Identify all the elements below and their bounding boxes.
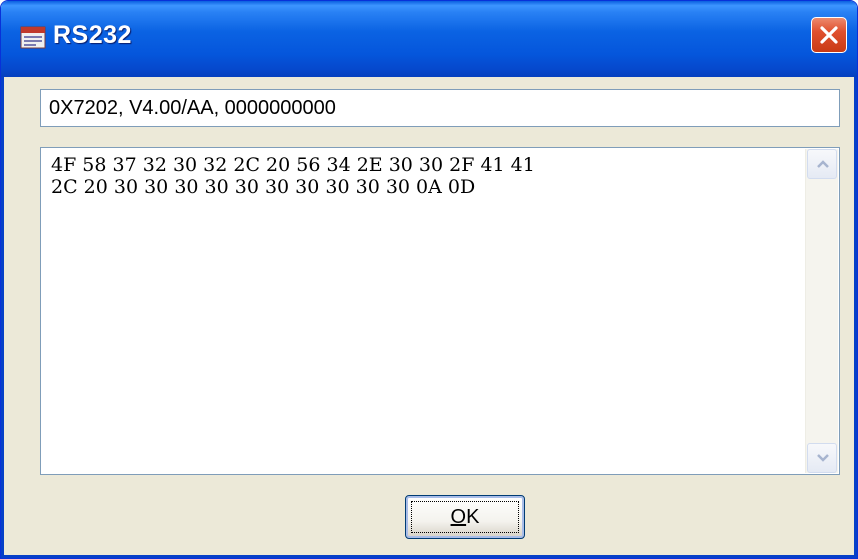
chevron-up-icon (817, 160, 829, 168)
ok-label-rest: K (466, 506, 480, 528)
chevron-down-icon (817, 454, 829, 462)
close-icon (820, 26, 838, 44)
hex-line: 4F 58 37 32 30 32 2C 20 56 34 2E 30 30 2… (51, 154, 535, 176)
ok-button[interactable]: OK (405, 495, 525, 539)
scroll-down-button[interactable] (807, 443, 837, 473)
rs232-dialog-window: RS232 0X7202, V4.00/AA, 0000000000 4F 58… (0, 0, 858, 559)
summary-text-field[interactable]: 0X7202, V4.00/AA, 0000000000 (40, 89, 840, 127)
app-window-icon (20, 26, 46, 49)
ok-button-label: OK (451, 506, 480, 528)
window-title: RS232 (53, 21, 132, 49)
vertical-scrollbar[interactable] (805, 149, 838, 473)
hex-line: 2C 20 30 30 30 30 30 30 30 30 30 30 0A 0… (51, 176, 476, 198)
ok-accelerator-key: O (450, 506, 467, 528)
close-button[interactable] (811, 17, 847, 53)
title-bar[interactable]: RS232 (1, 1, 857, 77)
hex-output-text: 4F 58 37 32 30 32 2C 20 56 34 2E 30 30 2… (51, 154, 801, 198)
scroll-up-button[interactable] (807, 149, 837, 179)
hex-output-textarea[interactable]: 4F 58 37 32 30 32 2C 20 56 34 2E 30 30 2… (40, 147, 840, 475)
dialog-client-area: 0X7202, V4.00/AA, 0000000000 4F 58 37 32… (1, 77, 857, 558)
